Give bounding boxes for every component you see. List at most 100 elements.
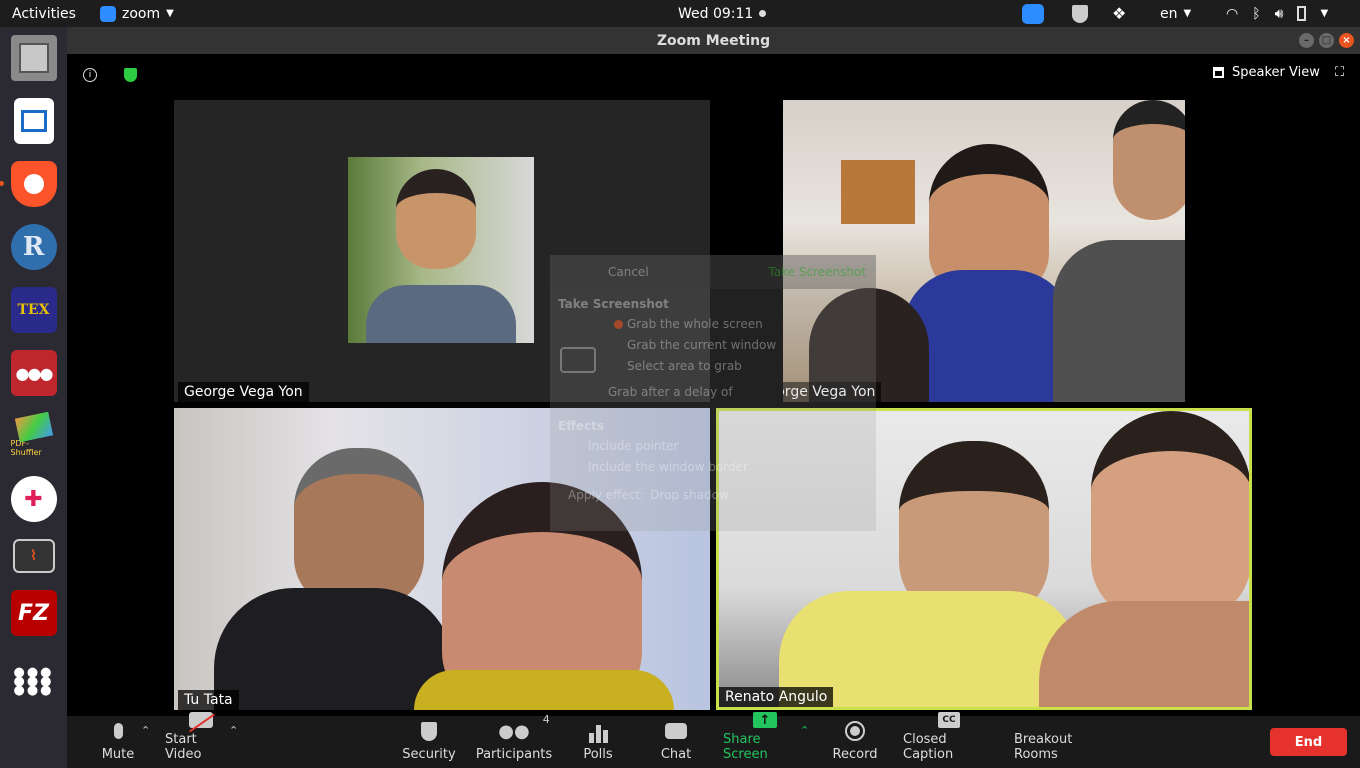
document-icon xyxy=(20,110,47,132)
option-whole-screen[interactable]: Grab the whole screen xyxy=(614,317,763,331)
lion-icon xyxy=(23,174,44,194)
audio-options-caret-icon[interactable]: ⌃ xyxy=(141,724,150,737)
mute-button[interactable]: Mute xyxy=(99,716,137,768)
r-icon: R xyxy=(22,232,45,262)
battery-icon xyxy=(1297,6,1307,21)
include-border-checkbox[interactable]: Include the window border xyxy=(588,460,748,474)
pdf-shuffler-label: PDF-Shuffler xyxy=(10,439,42,457)
participant-name-tag: George Vega Yon xyxy=(178,382,309,402)
closed-caption-button[interactable]: CC Closed Caption xyxy=(903,712,995,768)
info-icon[interactable]: i xyxy=(83,68,97,82)
person-man-older xyxy=(294,448,424,608)
dock-texmaker[interactable]: TEX xyxy=(10,287,57,333)
fullscreen-icon[interactable]: ⛶ xyxy=(1335,65,1344,80)
apply-effect-row: Apply effect: Drop shadow xyxy=(568,488,729,502)
dock-pdf-shuffler[interactable]: PDF-Shuffler xyxy=(10,411,57,459)
breakout-rooms-icon xyxy=(1056,716,1074,728)
minimize-icon: – xyxy=(1304,35,1309,46)
dock: R TEX ●●● PDF-Shuffler ✚ ⌇ FZ ●●● ●●● ●●● xyxy=(0,27,67,768)
effect-select[interactable]: Drop shadow xyxy=(650,488,729,502)
security-button[interactable]: Security xyxy=(401,716,457,768)
clock[interactable]: Wed 09:11 xyxy=(678,6,767,22)
chat-button[interactable]: Chat xyxy=(661,716,691,768)
participants-button[interactable]: ●● 4 Participants xyxy=(475,713,553,768)
effects-heading: Effects xyxy=(558,419,605,433)
option-label: Select area to grab xyxy=(627,359,742,373)
notification-dot-icon xyxy=(759,10,767,17)
share-options-caret-icon[interactable]: ⌃ xyxy=(800,724,809,737)
zoom-app-icon xyxy=(100,5,116,22)
participant-name: Tu Tata xyxy=(184,692,233,708)
pdf-pages-icon xyxy=(14,411,53,443)
meeting-toolbar: Mute ⌃ Start Video ⌃ Security ●● 4 Partic… xyxy=(67,712,1360,768)
person-head xyxy=(396,169,476,269)
person-man xyxy=(1113,100,1185,220)
end-meeting-button[interactable]: End xyxy=(1270,728,1347,756)
dock-files[interactable] xyxy=(10,35,57,81)
dock-slack[interactable]: ✚ xyxy=(10,476,57,522)
participants-count-badge: 4 xyxy=(542,713,550,726)
dock-brave[interactable] xyxy=(0,161,57,207)
person-woman-older-shirt xyxy=(414,670,674,710)
dock-mendeley[interactable]: ●●● xyxy=(10,350,57,396)
option-label: Grab the current window xyxy=(627,338,777,352)
status-menu[interactable]: ◠ ᛒ 🔊︎ ▼ xyxy=(1226,6,1328,22)
window-titlebar[interactable]: Zoom Meeting – □ × xyxy=(67,27,1360,54)
option-current-window[interactable]: Grab the current window xyxy=(627,338,776,352)
maximize-icon: □ xyxy=(1321,35,1332,46)
person-woman-right xyxy=(1091,411,1249,621)
screenshot-dialog[interactable]: Cancel Take Screenshot Take Screenshot G… xyxy=(550,255,876,531)
grid-view-icon xyxy=(1213,67,1224,78)
language-label: en xyxy=(1160,5,1178,22)
option-label: Grab the whole screen xyxy=(627,317,763,331)
dock-writer[interactable] xyxy=(13,98,54,144)
app-menu[interactable]: zoom ▼ xyxy=(100,5,174,22)
microphone-icon xyxy=(113,719,123,743)
end-label: End xyxy=(1294,734,1323,750)
person-woman-right-shirt xyxy=(1039,601,1249,707)
participant-name-tag: Renato Angulo xyxy=(719,687,834,707)
checkbox-label: Include pointer xyxy=(588,439,679,453)
chevron-down-icon: ▼ xyxy=(1320,8,1329,19)
shield-tray-icon[interactable] xyxy=(1072,4,1088,23)
dock-system-monitor[interactable]: ⌇ xyxy=(12,539,55,573)
share-screen-button[interactable]: ↑ Share Screen xyxy=(723,712,807,768)
participant-name: George Vega Yon xyxy=(184,384,303,400)
record-button[interactable]: Record xyxy=(833,716,877,768)
tex-icon: TEX xyxy=(17,302,50,318)
polls-button[interactable]: Polls xyxy=(581,716,615,768)
activities-button[interactable]: Activities xyxy=(12,6,76,22)
chevron-down-icon: ▼ xyxy=(1183,8,1192,19)
checkbox-label: Include the window border xyxy=(588,460,748,474)
option-select-area[interactable]: Select area to grab xyxy=(627,359,742,373)
maximize-button[interactable]: □ xyxy=(1319,33,1334,48)
dock-filezilla[interactable]: FZ xyxy=(10,590,57,636)
volume-icon: 🔊︎ xyxy=(1274,5,1284,22)
encryption-shield-icon[interactable] xyxy=(124,68,137,82)
delay-label: Grab after a delay of xyxy=(608,385,733,399)
include-pointer-checkbox[interactable]: Include pointer xyxy=(588,439,678,453)
minimize-button[interactable]: – xyxy=(1299,33,1314,48)
breakout-rooms-button[interactable]: Breakout Rooms xyxy=(1014,716,1116,768)
language-menu[interactable]: en ▼ xyxy=(1160,6,1191,22)
file-cabinet-icon xyxy=(18,43,49,73)
close-button[interactable]: × xyxy=(1339,33,1354,48)
video-options-caret-icon[interactable]: ⌃ xyxy=(229,724,238,737)
closed-caption-label: Closed Caption xyxy=(903,732,954,762)
security-shield-icon xyxy=(421,719,437,743)
participants-icon: ●● 4 xyxy=(498,713,550,742)
zoom-tray-icon[interactable] xyxy=(1022,3,1044,24)
cancel-button[interactable]: Cancel xyxy=(608,265,649,279)
person-shirt xyxy=(366,285,516,343)
record-icon xyxy=(845,719,865,743)
participants-label: Participants xyxy=(475,747,553,762)
tray: ❖ xyxy=(1022,3,1126,24)
dropbox-tray-icon[interactable]: ❖ xyxy=(1112,4,1126,23)
take-screenshot-button[interactable]: Take Screenshot xyxy=(768,265,866,279)
participant-name: Renato Angulo xyxy=(725,689,828,705)
dock-r[interactable]: R xyxy=(10,224,57,270)
pulse-icon: ⌇ xyxy=(30,548,37,564)
speaker-view-button[interactable]: Speaker View xyxy=(1213,65,1320,80)
dock-app-grid[interactable]: ●●● ●●● ●●● xyxy=(11,658,57,704)
start-video-button[interactable]: Start Video xyxy=(165,712,237,768)
